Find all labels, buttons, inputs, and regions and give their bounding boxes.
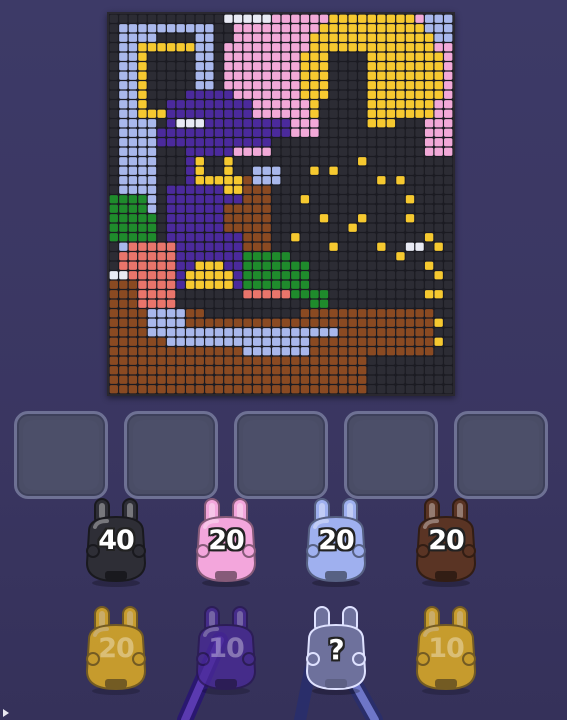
shooter-count: 40	[98, 525, 135, 556]
shooter-purple-locked: 10	[191, 605, 261, 695]
shooter-count: 10	[428, 633, 465, 664]
shooter-count: 20	[428, 525, 465, 556]
holding-slots	[14, 411, 551, 499]
shooter-count: 20	[318, 525, 355, 556]
mystery-count: ?	[328, 633, 344, 666]
shooter-count: 20	[98, 633, 135, 664]
empty-slot-3[interactable]	[234, 411, 328, 499]
shooter-yellow-locked-2: 10	[411, 605, 481, 695]
shooter-count: 10	[208, 633, 245, 664]
shooter-black[interactable]: 40	[81, 497, 151, 587]
empty-slot-1[interactable]	[14, 411, 108, 499]
shooter-yellow-locked: 20	[81, 605, 151, 695]
shooter-pink[interactable]: 20	[191, 497, 261, 587]
shooter-brown[interactable]: 20	[411, 497, 481, 587]
shooter-count: 20	[208, 525, 245, 556]
empty-slot-4[interactable]	[344, 411, 438, 499]
empty-slot-2[interactable]	[124, 411, 218, 499]
empty-slot-5[interactable]	[454, 411, 548, 499]
pixel-art-board[interactable]	[107, 12, 455, 396]
pixel-grid	[109, 14, 453, 394]
shooter-mystery: ?	[301, 605, 371, 695]
shooter-lightblue[interactable]: 20	[301, 497, 371, 587]
